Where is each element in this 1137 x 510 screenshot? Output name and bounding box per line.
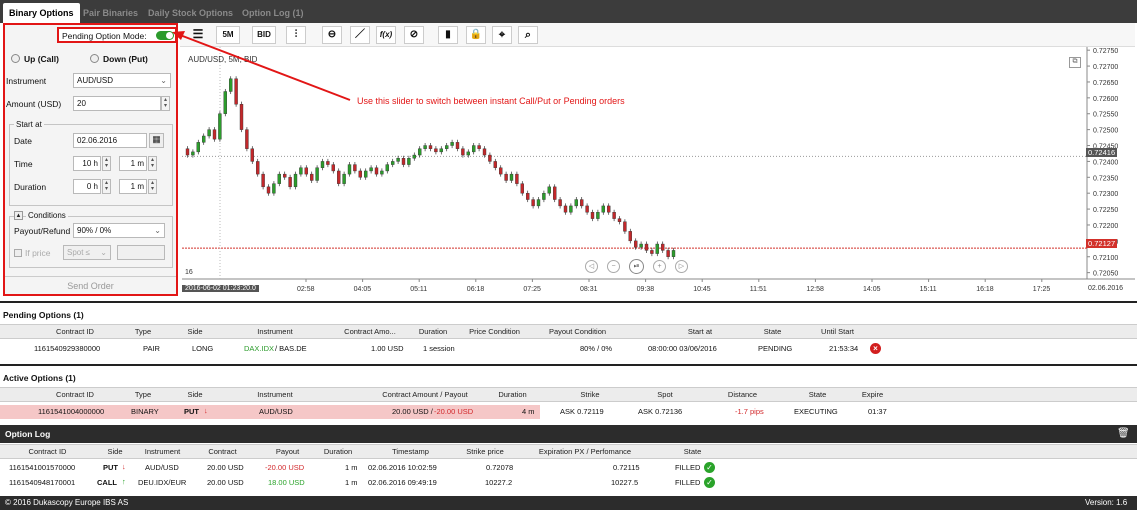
col-instrument[interactable]: Instrument: [225, 390, 325, 399]
trash-icon[interactable]: 🗑: [1117, 428, 1130, 439]
option-log-header: Option Log 🗑: [0, 425, 1137, 443]
col-type[interactable]: Type: [118, 327, 168, 336]
col-contract-id[interactable]: Contract ID: [40, 390, 110, 399]
option-log-section: Option Log 🗑 Contract ID Side Instrument…: [0, 425, 1137, 495]
pending-header: Contract ID Type Side Instrument Contrac…: [0, 324, 1137, 339]
col-expiration[interactable]: Expiration PX / Perfomance: [530, 447, 640, 456]
annotation-arrow: [172, 31, 351, 101]
table-row[interactable]: 1161540948170001 CALL ↑ DEU.IDX/EUR 20.0…: [0, 476, 1137, 490]
check-icon: ✓: [704, 462, 715, 473]
col-side[interactable]: Side: [170, 327, 220, 336]
active-header: Contract ID Type Side Instrument Contrac…: [0, 387, 1137, 402]
annotation-text: Use this slider to switch between instan…: [357, 96, 625, 106]
check-icon: ✓: [704, 477, 715, 488]
col-side[interactable]: Side: [100, 447, 130, 456]
log-table-header: Contract ID Side Instrument Contract Pay…: [0, 444, 1137, 459]
pending-options-section: Pending Options (1) Contract ID Type Sid…: [0, 301, 1137, 371]
status-bar: © 2016 Dukascopy Europe IBS AS Version: …: [0, 496, 1137, 510]
col-state[interactable]: State: [790, 390, 845, 399]
col-duration[interactable]: Duration: [485, 390, 540, 399]
pending-title: Pending Options (1): [3, 310, 84, 320]
col-spot[interactable]: Spot: [630, 390, 700, 399]
col-duration[interactable]: Duration: [408, 327, 458, 336]
col-until-start[interactable]: Until Start: [805, 327, 870, 336]
arrow-up-icon: ↑: [122, 477, 126, 486]
arrow-down-icon: ↓: [122, 462, 126, 471]
col-type[interactable]: Type: [118, 390, 168, 399]
active-title: Active Options (1): [3, 373, 76, 383]
version: Version: 1.6: [1085, 498, 1128, 507]
table-row[interactable]: 1161541001570000 PUT ↓ AUD/USD 20.00 USD…: [0, 461, 1137, 475]
table-row[interactable]: 1161541004000000 BINARY PUT ↓ AUD/USD 20…: [0, 405, 1137, 419]
col-side[interactable]: Side: [170, 390, 220, 399]
col-contract[interactable]: Contract: [195, 447, 250, 456]
col-state[interactable]: State: [745, 327, 800, 336]
col-contract-id[interactable]: Contract ID: [15, 447, 80, 456]
table-row[interactable]: 1161540929380000 PAIR LONG DAX.IDX / BAS…: [0, 342, 1137, 356]
col-duration[interactable]: Duration: [318, 447, 358, 456]
option-log-title: Option Log: [5, 429, 51, 439]
col-start-at[interactable]: Start at: [660, 327, 740, 336]
col-strike-price[interactable]: Strike price: [455, 447, 515, 456]
cancel-icon[interactable]: ×: [870, 343, 881, 354]
col-price-condition[interactable]: Price Condition: [462, 327, 527, 336]
col-timestamp[interactable]: Timestamp: [368, 447, 453, 456]
copyright: © 2016 Dukascopy Europe IBS AS: [5, 498, 129, 507]
active-options-section: Active Options (1) Contract ID Type Side…: [0, 364, 1137, 424]
col-distance[interactable]: Distance: [715, 390, 770, 399]
col-strike[interactable]: Strike: [560, 390, 620, 399]
col-expire[interactable]: Expire: [850, 390, 895, 399]
col-payout-condition[interactable]: Payout Condition: [535, 327, 620, 336]
col-state[interactable]: State: [670, 447, 715, 456]
col-contract-id[interactable]: Contract ID: [40, 327, 110, 336]
col-instrument[interactable]: Instrument: [135, 447, 190, 456]
col-instrument[interactable]: Instrument: [225, 327, 325, 336]
col-amount-payout[interactable]: Contract Amount / Payout: [370, 390, 480, 399]
col-payout[interactable]: Payout: [255, 447, 320, 456]
col-contract-amount[interactable]: Contract Amo...: [335, 327, 405, 336]
arrow-down-icon: ↓: [204, 406, 208, 415]
